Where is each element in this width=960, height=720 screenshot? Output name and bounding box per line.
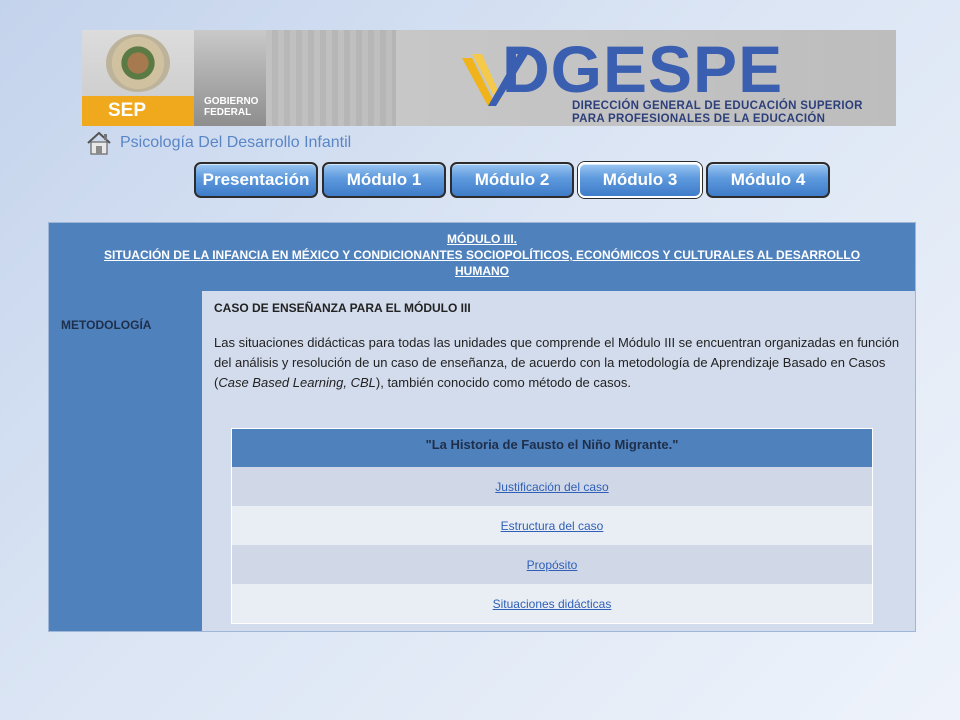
title-row: Psicología Del Desarrollo Infantil [86, 130, 351, 156]
dgespe-title: DGESPE [502, 32, 784, 106]
methodology-paragraph: Las situaciones didácticas para todas la… [214, 333, 909, 393]
methodology-column: METODOLOGÍA [49, 291, 202, 631]
module-header-link-1[interactable]: MÓDULO III. [49, 223, 915, 247]
site-title: Psicología Del Desarrollo Infantil [120, 134, 352, 151]
case-title: CASO DE ENSEÑANZA PARA EL MÓDULO III [214, 301, 471, 315]
nav-presentacion-button[interactable]: Presentación [194, 162, 318, 198]
nav-modulo-4-button[interactable]: Módulo 4 [706, 162, 830, 198]
table-row: Situaciones didácticas [232, 584, 872, 623]
dgespe-subtitle: DIRECCIÓN GENERAL DE EDUCACIÓN SUPERIOR … [572, 100, 882, 126]
methodology-label: METODOLOGÍA [61, 318, 152, 332]
paragraph-italic: Case Based Learning, CBL [218, 375, 376, 390]
paragraph-part-2: ), también conocido como método de casos… [375, 375, 631, 390]
sep-label: SEP [108, 100, 147, 121]
case-table-header: "La Historia de Fausto el Niño Migrante.… [232, 429, 872, 467]
mexican-seal-icon [106, 34, 170, 92]
situaciones-link[interactable]: Situaciones didácticas [493, 597, 612, 611]
header-banner: SEP GOBIERNO FEDERAL DGESPE DIRECCIÓN GE… [82, 30, 896, 126]
table-row: Propósito [232, 545, 872, 584]
case-table: "La Historia de Fausto el Niño Migrante.… [231, 428, 873, 624]
table-row: Estructura del caso [232, 506, 872, 545]
methodology-content: CASO DE ENSEÑANZA PARA EL MÓDULO III Las… [214, 301, 909, 393]
table-row: Justificación del caso [232, 467, 872, 506]
module-table: MÓDULO III. SITUACIÓN DE LA INFANCIA EN … [48, 222, 916, 632]
estructura-link[interactable]: Estructura del caso [501, 519, 604, 533]
module-header-link-3[interactable]: HUMANO [49, 263, 915, 279]
nav-modulo-2-button[interactable]: Módulo 2 [450, 162, 574, 198]
module-header-link-2[interactable]: SITUACIÓN DE LA INFANCIA EN MÉXICO Y CON… [49, 247, 915, 263]
dgespe-subtitle-line2: PARA PROFESIONALES DE LA EDUCACIÓN [572, 113, 826, 125]
nav-modulo-3-button[interactable]: Módulo 3 [578, 162, 702, 198]
nav-modulo-1-button[interactable]: Módulo 1 [322, 162, 446, 198]
banner-stripes [266, 30, 396, 126]
dgespe-subtitle-line1: DIRECCIÓN GENERAL DE EDUCACIÓN SUPERIOR [572, 100, 863, 112]
module-header: MÓDULO III. SITUACIÓN DE LA INFANCIA EN … [49, 223, 915, 291]
home-icon[interactable] [86, 131, 112, 155]
proposito-link[interactable]: Propósito [527, 558, 578, 572]
gobierno-label: GOBIERNO FEDERAL [204, 96, 259, 118]
module-nav: Presentación Módulo 1 Módulo 2 Módulo 3 … [194, 162, 830, 198]
justificacion-link[interactable]: Justificación del caso [495, 480, 608, 494]
